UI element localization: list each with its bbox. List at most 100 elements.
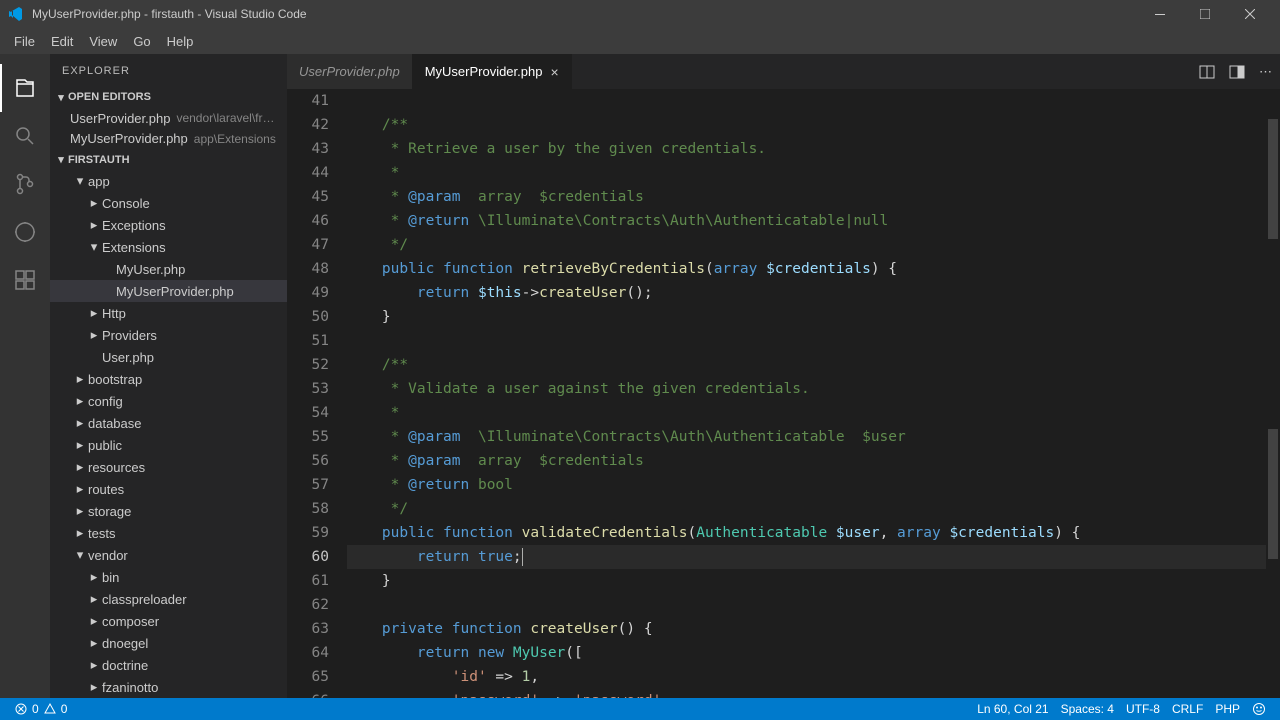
debug-icon[interactable] — [0, 208, 50, 256]
tree-item-label: composer — [102, 614, 159, 629]
tree-item-label: Providers — [102, 328, 157, 343]
folder-item[interactable]: ▾Extensions — [50, 236, 287, 258]
tab-userprovider[interactable]: UserProvider.php — [287, 54, 413, 89]
close-button[interactable] — [1227, 0, 1272, 28]
status-language[interactable]: PHP — [1209, 702, 1246, 716]
chevron-right-icon: ▸ — [88, 591, 100, 607]
folder-item[interactable]: ▸dnoegel — [50, 632, 287, 654]
chevron-right-icon: ▸ — [88, 195, 100, 211]
editor-tabs: UserProvider.php MyUserProvider.php × ⋯ — [287, 54, 1280, 89]
scrollbar[interactable] — [1266, 89, 1280, 698]
close-icon[interactable]: × — [550, 64, 558, 80]
workspace-header[interactable]: ▾ FIRSTAUTH — [50, 149, 287, 170]
tab-label: MyUserProvider.php — [425, 64, 543, 79]
folder-item[interactable]: ▸routes — [50, 478, 287, 500]
maximize-button[interactable] — [1182, 0, 1227, 28]
tree-item-label: Exceptions — [102, 218, 166, 233]
tree-item-label: public — [88, 438, 122, 453]
editor-area: UserProvider.php MyUserProvider.php × ⋯ … — [287, 54, 1280, 698]
open-editor-hint: app\Extensions — [194, 132, 276, 146]
folder-item[interactable]: ▸storage — [50, 500, 287, 522]
status-feedback-icon[interactable] — [1246, 702, 1272, 716]
open-editor-item[interactable]: MyUserProvider.php app\Extensions — [50, 129, 287, 150]
chevron-right-icon: ▸ — [88, 679, 100, 695]
folder-item[interactable]: ▸Http — [50, 302, 287, 324]
window-controls — [1137, 0, 1272, 28]
code-content[interactable]: /** * Retrieve a user by the given crede… — [347, 89, 1280, 698]
split-editor-icon[interactable] — [1199, 64, 1215, 80]
minimize-button[interactable] — [1137, 0, 1182, 28]
open-editor-item[interactable]: UserProvider.php vendor\laravel\fra... — [50, 108, 287, 129]
open-editors-label: OPEN EDITORS — [68, 91, 151, 103]
chevron-down-icon: ▾ — [54, 153, 68, 166]
menu-help[interactable]: Help — [159, 30, 202, 53]
chevron-right-icon: ▸ — [88, 635, 100, 651]
tree-item-label: bootstrap — [88, 372, 142, 387]
code-editor[interactable]: 4142434445464748495051525354555657585960… — [287, 89, 1280, 698]
file-tree: ▾app▸Console▸Exceptions▾ExtensionsMyUser… — [50, 170, 287, 698]
folder-item[interactable]: ▸database — [50, 412, 287, 434]
menu-file[interactable]: File — [6, 30, 43, 53]
explorer-sidebar: EXPLORER ▾ OPEN EDITORS UserProvider.php… — [50, 54, 287, 698]
folder-item[interactable]: ▸bin — [50, 566, 287, 588]
status-problems[interactable]: 0 0 — [8, 702, 73, 716]
folder-item[interactable]: ▸public — [50, 434, 287, 456]
tree-item-label: tests — [88, 526, 115, 541]
workspace-label: FIRSTAUTH — [68, 154, 130, 166]
status-spaces[interactable]: Spaces: 4 — [1055, 702, 1120, 716]
chevron-right-icon: ▸ — [88, 305, 100, 321]
folder-item[interactable]: ▸bootstrap — [50, 368, 287, 390]
search-icon[interactable] — [0, 112, 50, 160]
chevron-right-icon: ▸ — [74, 525, 86, 541]
folder-item[interactable]: ▸composer — [50, 610, 287, 632]
folder-item[interactable]: ▸Console — [50, 192, 287, 214]
tree-item-label: MyUser.php — [116, 262, 185, 277]
menu-view[interactable]: View — [81, 30, 125, 53]
folder-item[interactable]: ▸config — [50, 390, 287, 412]
folder-item[interactable]: ▾app — [50, 170, 287, 192]
window-title: MyUserProvider.php - firstauth - Visual … — [32, 7, 1137, 21]
file-item[interactable]: MyUserProvider.php — [50, 280, 287, 302]
folder-item[interactable]: ▸resources — [50, 456, 287, 478]
folder-item[interactable]: ▸Providers — [50, 324, 287, 346]
folder-item[interactable]: ▸classpreloader — [50, 588, 287, 610]
chevron-right-icon: ▸ — [88, 613, 100, 629]
chevron-down-icon: ▾ — [54, 91, 68, 104]
status-cursor[interactable]: Ln 60, Col 21 — [971, 702, 1054, 716]
folder-item[interactable]: ▸tests — [50, 522, 287, 544]
tree-item-label: storage — [88, 504, 131, 519]
chevron-right-icon: ▸ — [88, 327, 100, 343]
tree-item-label: app — [88, 174, 110, 189]
tab-label: UserProvider.php — [299, 64, 400, 79]
tree-item-label: dnoegel — [102, 636, 148, 651]
extensions-icon[interactable] — [0, 256, 50, 304]
more-icon[interactable]: ⋯ — [1259, 64, 1272, 80]
chevron-right-icon: ▸ — [74, 415, 86, 431]
chevron-down-icon: ▾ — [74, 547, 86, 563]
file-item[interactable]: MyUser.php — [50, 258, 287, 280]
chevron-right-icon: ▸ — [88, 569, 100, 585]
tree-item-label: MyUserProvider.php — [116, 284, 234, 299]
folder-item[interactable]: ▸Exceptions — [50, 214, 287, 236]
menu-go[interactable]: Go — [125, 30, 158, 53]
menu-edit[interactable]: Edit — [43, 30, 81, 53]
source-control-icon[interactable] — [0, 160, 50, 208]
file-item[interactable]: User.php — [50, 346, 287, 368]
tree-item-label: database — [88, 416, 142, 431]
explorer-icon[interactable] — [0, 64, 50, 112]
folder-item[interactable]: ▾vendor — [50, 544, 287, 566]
tree-item-label: bin — [102, 570, 119, 585]
status-encoding[interactable]: UTF-8 — [1120, 702, 1166, 716]
chevron-down-icon: ▾ — [88, 239, 100, 255]
status-eol[interactable]: CRLF — [1166, 702, 1209, 716]
chevron-right-icon: ▸ — [74, 371, 86, 387]
open-editors-header[interactable]: ▾ OPEN EDITORS — [50, 87, 287, 108]
tab-myuserprovider[interactable]: MyUserProvider.php × — [413, 54, 572, 89]
tree-item-label: Http — [102, 306, 126, 321]
folder-item[interactable]: ▸doctrine — [50, 654, 287, 676]
folder-item[interactable]: ▸fzaninotto — [50, 676, 287, 698]
tree-item-label: doctrine — [102, 658, 148, 673]
toggle-panel-icon[interactable] — [1229, 64, 1245, 80]
vscode-icon — [8, 6, 24, 22]
open-editor-name: MyUserProvider.php — [70, 131, 188, 146]
